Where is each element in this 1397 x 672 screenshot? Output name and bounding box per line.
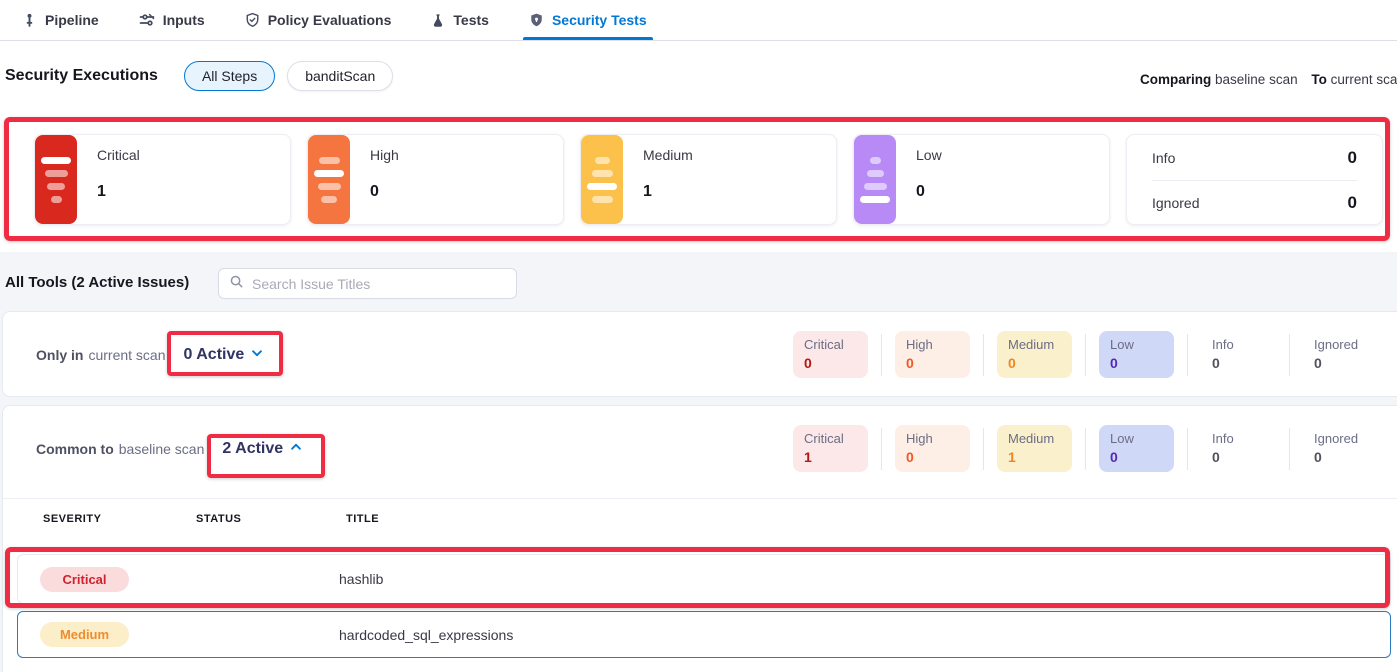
chip-info: Info0 <box>1201 331 1276 378</box>
comparing-value: baseline scan <box>1215 72 1298 87</box>
tab-label: Policy Evaluations <box>268 12 392 28</box>
group-prefix: Common to <box>36 441 114 457</box>
info-label: Info <box>1152 150 1175 166</box>
tab-label: Pipeline <box>45 12 99 28</box>
tab-pipeline[interactable]: Pipeline <box>20 0 101 40</box>
chip-medium: Medium1 <box>997 425 1072 472</box>
severity-badge: Critical <box>40 567 129 592</box>
card-count: 0 <box>916 183 925 201</box>
issue-row-hardcoded-sql[interactable]: Medium hardcoded_sql_expressions <box>17 611 1391 658</box>
critical-bars-icon <box>35 135 77 224</box>
issue-row-hashlib[interactable]: Critical hashlib <box>17 554 1391 604</box>
flask-icon <box>431 13 445 28</box>
low-card[interactable]: Low 0 <box>853 134 1110 225</box>
filter-banditscan[interactable]: banditScan <box>287 61 393 91</box>
critical-card[interactable]: Critical 1 <box>34 134 291 225</box>
group-scope: current scan <box>88 347 165 363</box>
col-title: TITLE <box>346 513 379 525</box>
tab-label: Inputs <box>163 12 205 28</box>
chip-critical: Critical0 <box>793 331 868 378</box>
to-value: current scan <box>1331 72 1397 87</box>
card-label: Low <box>916 147 942 163</box>
card-count: 1 <box>97 183 106 201</box>
chip-medium: Medium0 <box>997 331 1072 378</box>
pipeline-icon <box>22 13 37 28</box>
issue-title: hashlib <box>339 571 383 587</box>
severity-summary-cards: Critical 1 High 0 Medium 1 Low 0 Info 0 … <box>34 134 1383 225</box>
tab-label: Security Tests <box>552 12 647 28</box>
issue-title: hardcoded_sql_expressions <box>339 627 513 643</box>
info-ignored-card[interactable]: Info 0 Ignored 0 <box>1126 134 1383 225</box>
card-label: High <box>370 147 399 163</box>
tab-policy-evaluations[interactable]: Policy Evaluations <box>243 0 394 40</box>
page-title: Security Executions <box>5 67 158 85</box>
chip-high: High0 <box>895 331 970 378</box>
low-bars-icon <box>854 135 896 224</box>
search-input[interactable] <box>252 276 506 292</box>
sliders-icon <box>139 12 155 28</box>
card-label: Medium <box>643 147 693 163</box>
chip-info: Info0 <box>1201 425 1276 472</box>
high-card[interactable]: High 0 <box>307 134 564 225</box>
search-icon <box>229 274 244 294</box>
filter-all-steps[interactable]: All Steps <box>184 61 275 91</box>
ignored-count: 0 <box>1348 193 1357 213</box>
card-count: 1 <box>643 183 652 201</box>
card-label: Critical <box>97 147 140 163</box>
tab-inputs[interactable]: Inputs <box>137 0 207 40</box>
comparing-label: Comparing <box>1140 72 1211 87</box>
execution-tabbar: Pipeline Inputs Policy Evaluations Tests… <box>0 0 1397 41</box>
search-issues-box[interactable] <box>218 268 517 299</box>
all-tools-title: All Tools (2 Active Issues) <box>5 274 189 291</box>
card-count: 0 <box>370 183 379 201</box>
ignored-label: Ignored <box>1152 195 1199 211</box>
chip-ignored: Ignored0 <box>1303 331 1378 378</box>
comparing-info: Comparing baseline scan To current scan <box>1140 72 1397 87</box>
active-count-label: 2 Active <box>222 440 283 458</box>
shield-check-icon <box>245 12 260 28</box>
severity-chips: Critical1 High0 Medium1 Low0 Info0 Ignor… <box>793 425 1378 472</box>
severity-badge: Medium <box>40 622 129 647</box>
group-prefix: Only in <box>36 347 83 363</box>
only-in-current-scan-panel: Only in current scan 0 Active Critical0 … <box>2 311 1397 397</box>
chip-critical: Critical1 <box>793 425 868 472</box>
active-count-dropdown[interactable]: 2 Active <box>222 440 303 459</box>
group-scope: baseline scan <box>119 441 205 457</box>
chip-low: Low0 <box>1099 331 1174 378</box>
col-status: STATUS <box>196 513 241 525</box>
col-severity: SEVERITY <box>43 513 101 525</box>
chevron-up-icon <box>289 440 303 459</box>
chip-low: Low0 <box>1099 425 1174 472</box>
active-count-label: 0 Active <box>184 346 245 364</box>
medium-card[interactable]: Medium 1 <box>580 134 837 225</box>
medium-bars-icon <box>581 135 623 224</box>
chip-ignored: Ignored0 <box>1303 425 1378 472</box>
high-bars-icon <box>308 135 350 224</box>
active-count-dropdown[interactable]: 0 Active <box>184 346 265 365</box>
severity-chips: Critical0 High0 Medium0 Low0 Info0 Ignor… <box>793 331 1378 378</box>
info-count: 0 <box>1348 148 1357 168</box>
chevron-down-icon <box>250 346 264 365</box>
chip-high: High0 <box>895 425 970 472</box>
tab-security-tests[interactable]: Security Tests <box>527 0 649 40</box>
tab-label: Tests <box>453 12 489 28</box>
common-to-baseline-panel: Common to baseline scan 2 Active Critica… <box>2 405 1397 672</box>
shield-lock-icon <box>529 12 544 28</box>
divider <box>3 498 1397 499</box>
to-label: To <box>1311 72 1327 87</box>
tab-tests[interactable]: Tests <box>429 0 491 40</box>
